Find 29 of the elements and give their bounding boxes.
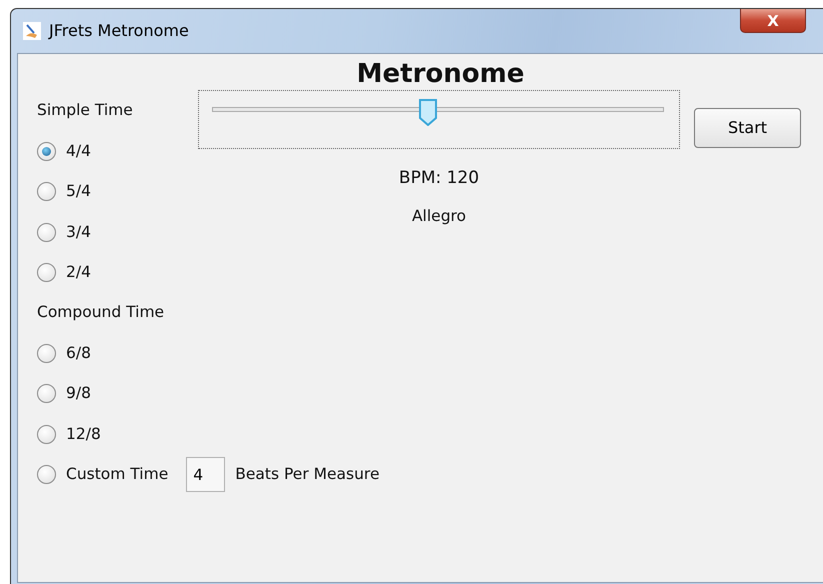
app-icon xyxy=(23,22,41,40)
field-label: Beats Per Measure xyxy=(235,464,380,486)
close-button[interactable]: X xyxy=(740,9,806,33)
bpm-label: BPM: 120 xyxy=(398,168,480,188)
group-label: Simple Time xyxy=(37,100,133,122)
heading: Metronome xyxy=(356,58,526,91)
radio-button[interactable] xyxy=(37,182,56,202)
radio-button[interactable] xyxy=(37,263,56,282)
radio-label[interactable]: 12/8 xyxy=(66,422,101,446)
slider-thumb[interactable] xyxy=(418,98,438,126)
group-label: Compound Time xyxy=(37,302,164,324)
radio-label[interactable]: 2/4 xyxy=(66,261,91,284)
radio-button[interactable] xyxy=(37,142,56,161)
tempo-slider[interactable] xyxy=(198,90,680,149)
beats-field[interactable]: 4 xyxy=(186,457,226,492)
radio-label[interactable]: 5/4 xyxy=(66,180,91,204)
start-button[interactable]: Start xyxy=(694,108,801,148)
radio-button[interactable] xyxy=(37,222,56,242)
window-title: JFrets Metronome xyxy=(49,20,189,42)
radio-button[interactable] xyxy=(37,424,56,444)
radio-label[interactable]: 4/4 xyxy=(66,140,91,163)
radio-label[interactable]: 6/8 xyxy=(66,342,91,365)
tempo-name: Allegro xyxy=(412,206,466,224)
radio-button[interactable] xyxy=(37,344,56,363)
radio-button[interactable] xyxy=(37,465,56,484)
radio-label[interactable]: 9/8 xyxy=(66,382,91,406)
radio-label[interactable]: Custom Time xyxy=(66,463,168,486)
radio-button[interactable] xyxy=(37,384,56,404)
radio-label[interactable]: 3/4 xyxy=(66,220,91,244)
